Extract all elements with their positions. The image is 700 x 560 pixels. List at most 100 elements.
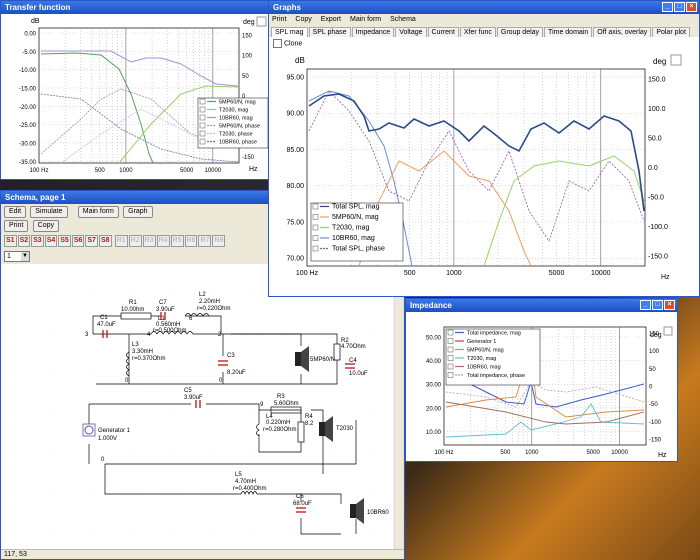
- g-legend-label: Total SPL, mag: [332, 204, 380, 211]
- g-legend-checkbox[interactable]: [312, 235, 319, 241]
- i-y2tick: 0: [649, 385, 653, 391]
- label-spk2: T2030: [336, 426, 354, 432]
- tab-off-axis-overlay[interactable]: Off axis, overlay: [593, 27, 652, 37]
- tf-ytick: -20.00: [19, 105, 37, 111]
- g-legend-checkbox[interactable]: [312, 224, 319, 231]
- i-legend-label: Total impedance, phase: [467, 373, 525, 379]
- i-legend-checkbox[interactable]: [447, 355, 454, 361]
- generator-icon[interactable]: [82, 423, 96, 437]
- i-ytick: 10.00: [426, 430, 442, 436]
- tab-current[interactable]: Current: [427, 27, 459, 37]
- maximize-icon[interactable]: □: [674, 2, 685, 12]
- schema-vscroll[interactable]: [393, 264, 404, 556]
- tf-legend-checkbox[interactable]: [199, 122, 206, 129]
- page-button-s3[interactable]: S3: [31, 235, 44, 247]
- impedance-title-bar[interactable]: Impedance _ □ ×: [406, 299, 677, 312]
- tf-legend-checkbox[interactable]: [199, 98, 206, 105]
- page-button-s7[interactable]: S7: [85, 235, 98, 247]
- g-legend-checkbox[interactable]: [312, 214, 319, 220]
- g-xtick: 5000: [549, 270, 565, 277]
- menu-copy[interactable]: Copy: [295, 14, 311, 25]
- tab-spl-mag[interactable]: SPL mag: [271, 27, 308, 37]
- i-y2tick: 150: [649, 331, 660, 337]
- g-y2tick: -100.0: [648, 224, 668, 231]
- g-legend-checkbox[interactable]: [312, 203, 319, 210]
- impedance-checkbox[interactable]: [663, 326, 673, 336]
- page-button-r3[interactable]: R3: [142, 235, 156, 247]
- tf-legend-checkbox[interactable]: [199, 106, 206, 113]
- tf-legend-checkbox[interactable]: [199, 114, 206, 121]
- g-legend-checkbox[interactable]: [312, 245, 319, 252]
- impedance-window: Impedance _ □ × deg 50.00 40.00 30.00 20.00…: [405, 298, 678, 462]
- transfer-title-bar[interactable]: Transfer function: [1, 1, 271, 14]
- schematic-canvas[interactable]: R1 10.00hm C7 3.90uF L2 2.20mH r=0.220Oh…: [1, 264, 404, 556]
- i-xtick: 10000: [611, 450, 628, 456]
- copy-button[interactable]: Copy: [32, 220, 59, 232]
- label-l2v: 2.20mH: [199, 299, 220, 305]
- i-legend-checkbox[interactable]: [447, 338, 454, 344]
- chevron-down-icon: ▼: [21, 252, 29, 261]
- tab-time-domain[interactable]: Time domain: [544, 27, 593, 37]
- maximize-icon[interactable]: □: [652, 300, 663, 310]
- g-ytick: 95.00: [286, 75, 304, 82]
- page-button-s2[interactable]: S2: [17, 235, 31, 247]
- page-button-r1[interactable]: R1: [114, 235, 128, 247]
- transfer-checkbox[interactable]: [256, 16, 267, 27]
- i-legend-label: 10BR60, mag: [467, 365, 501, 371]
- simulate-button[interactable]: Simulate: [30, 206, 68, 218]
- i-legend-checkbox[interactable]: [447, 346, 454, 353]
- page-button-s6[interactable]: S6: [71, 235, 85, 247]
- minimize-icon[interactable]: _: [662, 2, 673, 12]
- page-button-s5[interactable]: S5: [58, 235, 71, 247]
- g-y2tick: 0.0: [648, 165, 658, 172]
- page-button-s8[interactable]: S8: [98, 235, 112, 247]
- tab-xfer-func[interactable]: Xfer func: [459, 27, 496, 37]
- page-button-s4[interactable]: S4: [44, 235, 58, 247]
- g-ytick: 70.00: [286, 256, 304, 263]
- page-button-r6[interactable]: R6: [184, 235, 198, 247]
- i-legend-checkbox[interactable]: [447, 329, 454, 336]
- page-button-s1[interactable]: S1: [4, 235, 17, 247]
- menu-export[interactable]: Export: [321, 14, 341, 25]
- close-icon[interactable]: ×: [664, 300, 675, 310]
- main-form-button[interactable]: Main form: [77, 206, 119, 218]
- label-spk1: 5MP60/N: [310, 357, 335, 363]
- g-ytick: 85.00: [286, 147, 304, 154]
- page-button-r8[interactable]: R8: [212, 235, 226, 247]
- print-button[interactable]: Print: [4, 220, 29, 232]
- tf-xtick: 10000: [204, 168, 221, 174]
- tab-group-delay[interactable]: Group delay: [496, 27, 544, 37]
- graphs-title-bar[interactable]: Graphs _ □ ×: [269, 1, 699, 14]
- minimize-icon[interactable]: _: [640, 300, 651, 310]
- tab-voltage[interactable]: Voltage: [395, 27, 427, 37]
- tf-y2tick: -150: [242, 155, 255, 161]
- tf-legend-checkbox[interactable]: [199, 130, 206, 137]
- i-legend-checkbox[interactable]: [447, 372, 454, 378]
- label-l5r: r=0.400Ohm: [233, 486, 267, 492]
- page-select[interactable]: 1 ▼: [4, 251, 30, 262]
- page-button-r7[interactable]: R7: [198, 235, 212, 247]
- edit-button[interactable]: Edit: [4, 206, 27, 218]
- menu-schema[interactable]: Schema: [390, 14, 416, 25]
- page-button-r2[interactable]: R2: [128, 235, 142, 247]
- schema-status-bar: 117, 53: [1, 549, 404, 559]
- page-button-r4[interactable]: R4: [156, 235, 170, 247]
- spl-checkbox[interactable]: [670, 54, 682, 66]
- tf-ytick: -30.00: [19, 141, 37, 147]
- clone-checkbox[interactable]: [273, 39, 282, 48]
- i-legend-label: Generator 1: [467, 339, 496, 345]
- impedance-xunit: Hz: [658, 452, 667, 459]
- graph-button[interactable]: Graph: [123, 206, 153, 218]
- i-legend-checkbox[interactable]: [447, 363, 454, 370]
- i-ytick: 20.00: [426, 406, 442, 412]
- tf-y2tick: 50: [242, 74, 249, 80]
- tab-impedance[interactable]: Impedance: [351, 27, 395, 37]
- tf-legend-checkbox[interactable]: [199, 138, 206, 145]
- close-icon[interactable]: ×: [686, 2, 697, 12]
- tab-spl-phase[interactable]: SPL phase: [308, 27, 351, 37]
- menu-main-form[interactable]: Main form: [350, 14, 381, 25]
- menu-print[interactable]: Print: [272, 14, 286, 25]
- label-r2v: 4.70Ohm: [341, 344, 366, 350]
- page-button-r5[interactable]: R5: [170, 235, 184, 247]
- tab-polar-plot[interactable]: Polar plot: [652, 27, 690, 37]
